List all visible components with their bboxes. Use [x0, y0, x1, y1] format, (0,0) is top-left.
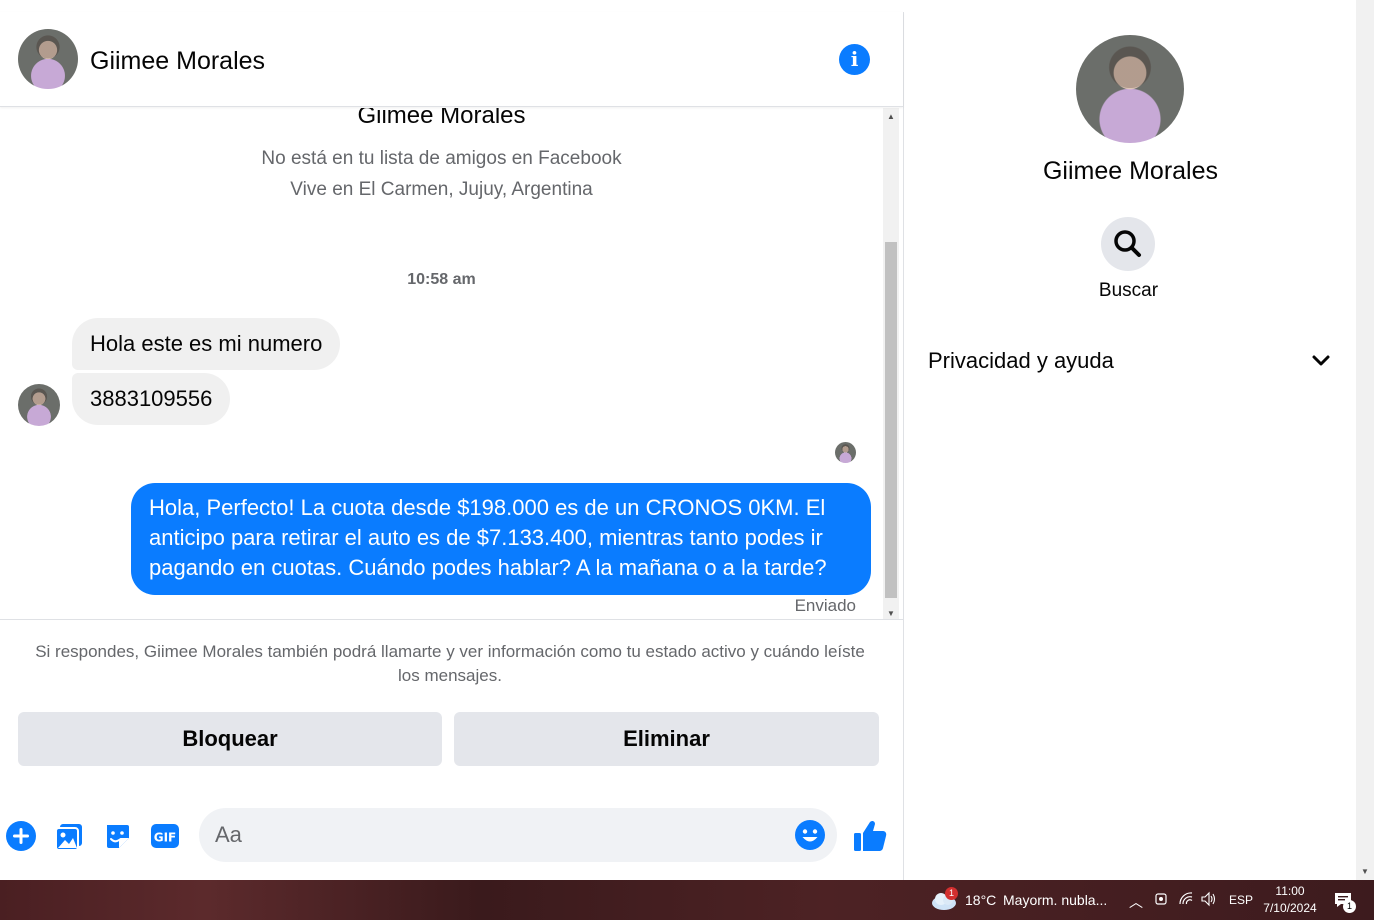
chevron-up-icon[interactable]: ︿ [1129, 892, 1143, 912]
weather-temperature[interactable]: 18°C [965, 892, 996, 908]
contact-name[interactable]: Giimee Morales [90, 47, 265, 76]
search-button[interactable] [1101, 217, 1155, 271]
seen-indicator-avatar [835, 442, 856, 463]
volume-icon[interactable] [1200, 891, 1216, 907]
privacy-notice: Si respondes, Giimee Morales también pod… [35, 642, 865, 685]
message-list[interactable]: Giimee Morales No está en tu lista de am… [0, 108, 883, 620]
scroll-up-arrow-icon[interactable]: ▲ [883, 112, 899, 121]
window-top-edge [0, 0, 1356, 12]
language-indicator[interactable]: ESP [1229, 893, 1253, 907]
conversation-info-panel: Giimee Morales Buscar Privacidad y ayuda [903, 12, 1356, 880]
contact-avatar[interactable] [18, 29, 78, 89]
search-label: Buscar [1098, 280, 1159, 301]
message-timestamp: 10:58 am [407, 271, 476, 288]
profile-friend-status: No está en tu lista de amigos en Faceboo… [261, 148, 622, 169]
wifi-icon[interactable] [1178, 891, 1194, 907]
profile-location: Vive en El Carmen, Jujuy, Argentina [290, 179, 593, 200]
privacy-help-section[interactable]: Privacidad y ayuda [916, 335, 1344, 383]
chat-header: Giimee Morales i [0, 12, 903, 107]
sender-avatar[interactable] [18, 384, 60, 426]
plus-icon[interactable] [5, 820, 37, 852]
divider [0, 619, 903, 620]
photo-icon[interactable] [53, 820, 85, 852]
scroll-down-arrow-icon[interactable]: ▼ [883, 609, 899, 618]
clock-date[interactable]: 7/10/2024 [1258, 901, 1322, 915]
message-scrollbar[interactable]: ▲ ▼ [883, 108, 899, 620]
taskbar: 1 18°C Mayorm. nubla... ︿ ESP 11:00 7/10… [0, 880, 1374, 920]
thumbs-up-icon[interactable] [852, 818, 888, 854]
sticker-icon[interactable] [101, 820, 133, 852]
incoming-message[interactable]: 3883109556 [72, 373, 231, 425]
profile-name: Giimee Morales [357, 108, 526, 129]
message-input[interactable] [215, 808, 785, 862]
message-status: Enviado [794, 596, 856, 615]
svg-text:GIF: GIF [154, 831, 177, 845]
scroll-thumb[interactable] [885, 242, 897, 598]
profile-avatar[interactable] [1076, 35, 1184, 143]
profile-name-heading[interactable]: Giimee Morales [904, 157, 1357, 186]
message-composer[interactable] [199, 808, 837, 862]
block-button[interactable]: Bloquear [18, 712, 442, 766]
search-icon [1114, 230, 1141, 257]
chat-panel: Giimee Morales i Giimee Morales No está … [0, 12, 903, 880]
emoji-icon[interactable] [794, 819, 826, 851]
scroll-down-arrow-icon[interactable]: ▼ [1356, 867, 1374, 876]
outgoing-message[interactable]: Hola, Perfecto! La cuota desde $198.000 … [131, 483, 871, 595]
weather-alert-badge: 1 [945, 887, 958, 900]
info-icon[interactable]: i [839, 44, 870, 75]
chevron-down-icon[interactable] [1310, 349, 1332, 371]
clock-time[interactable]: 11:00 [1262, 884, 1318, 898]
gif-icon[interactable]: GIF [149, 820, 181, 852]
privacy-help-label: Privacidad y ayuda [928, 348, 1114, 373]
delete-button[interactable]: Eliminar [454, 712, 879, 766]
page-scrollbar[interactable]: ▼ [1356, 0, 1374, 880]
weather-description[interactable]: Mayorm. nubla... [1003, 892, 1107, 908]
meet-now-icon[interactable] [1153, 891, 1169, 907]
incoming-message[interactable]: Hola este es mi numero [72, 318, 341, 370]
notification-count-badge: 1 [1343, 900, 1356, 913]
